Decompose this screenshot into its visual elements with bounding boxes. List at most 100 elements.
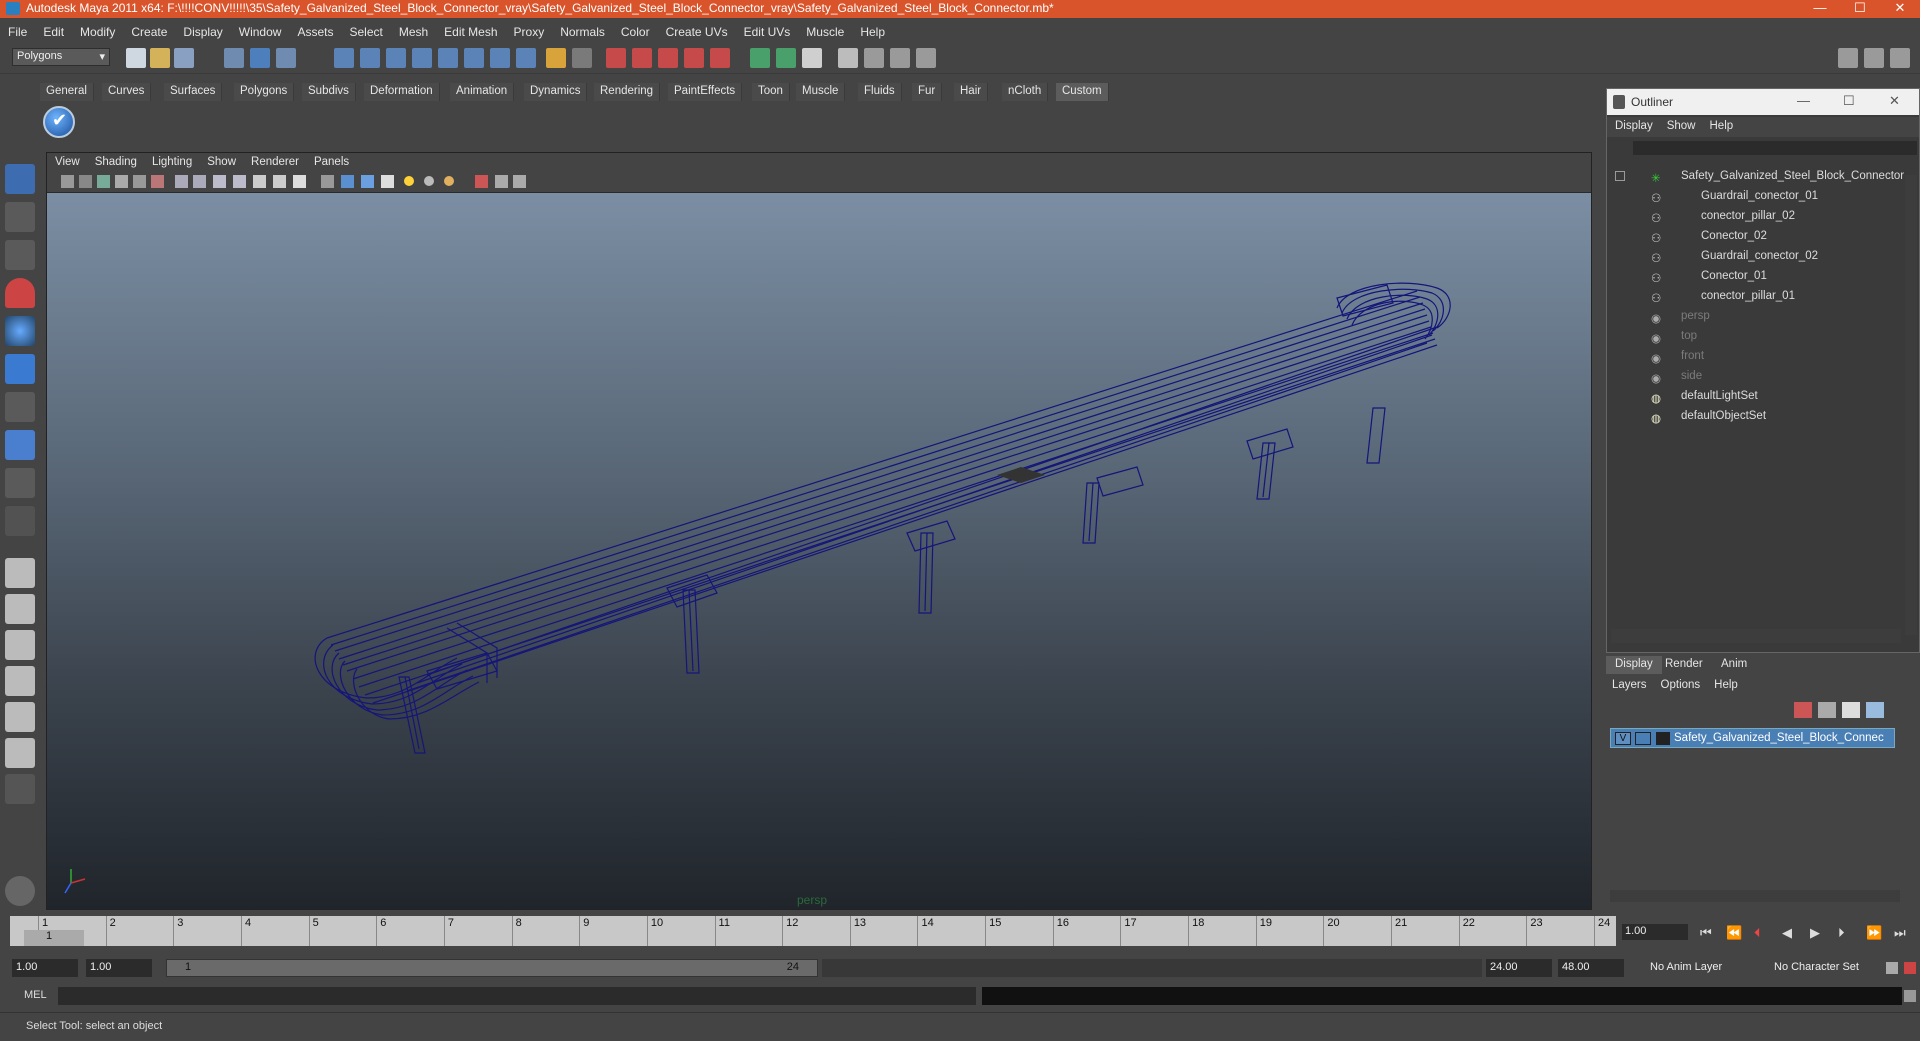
layer-editor-toggle-icon[interactable] <box>890 48 910 68</box>
character-set-dropdown[interactable]: No Character Set <box>1770 959 1882 977</box>
shelf-tab-fur[interactable]: Fur <box>912 83 943 101</box>
add-to-layer-icon[interactable] <box>1842 702 1860 718</box>
current-frame-field[interactable]: 1.00 <box>1622 924 1688 940</box>
four-pane-layout-icon[interactable] <box>5 594 35 624</box>
menu-edit[interactable]: Edit <box>35 22 72 39</box>
shelf-tab-subdivs[interactable]: Subdivs <box>302 83 356 101</box>
render-view-icon[interactable] <box>710 48 730 68</box>
snap-point-icon[interactable] <box>386 48 406 68</box>
menu-color[interactable]: Color <box>613 22 658 39</box>
step-back-key-button[interactable]: ⏪ <box>1726 925 1742 941</box>
shelf-tab-fluids[interactable]: Fluids <box>858 83 902 101</box>
new-layer-empty-icon[interactable] <box>1794 702 1812 718</box>
outliner-menu-display[interactable]: Display <box>1607 117 1659 132</box>
vp-menu-show[interactable]: Show <box>199 153 243 168</box>
tool-settings-icon[interactable] <box>864 48 884 68</box>
outliner-camera-item[interactable]: ◉ top <box>1607 327 1897 347</box>
vp-menu-view[interactable]: View <box>47 153 87 168</box>
outliner-child-item[interactable]: ⚇ Guardrail_conector_01 <box>1607 187 1897 207</box>
select-hierarchy-icon[interactable] <box>224 48 244 68</box>
menu-muscle[interactable]: Muscle <box>798 22 852 39</box>
channel-box-icon[interactable] <box>838 48 858 68</box>
vp-menu-shading[interactable]: Shading <box>87 153 144 168</box>
go-to-end-button[interactable]: ⏭ <box>1894 925 1906 941</box>
range-slider[interactable]: 1 24 <box>166 959 818 977</box>
shelf-tab-painteffects[interactable]: PaintEffects <box>668 83 743 101</box>
animation-start-field[interactable]: 1.00 <box>12 959 78 977</box>
snap-plane-icon[interactable] <box>412 48 432 68</box>
scale-tool-icon[interactable] <box>5 354 35 384</box>
layer-color-swatch[interactable] <box>1656 732 1670 745</box>
show-manipulator-icon[interactable] <box>5 468 35 498</box>
last-tool-icon[interactable] <box>5 506 35 536</box>
go-to-start-button[interactable]: ⏮ <box>1700 925 1712 941</box>
move-tool-icon[interactable] <box>5 278 35 308</box>
outliner-root-item[interactable]: ✳ Safety_Galvanized_Steel_Block_Connecto… <box>1607 167 1904 187</box>
outliner-camera-item[interactable]: ◉ front <box>1607 347 1897 367</box>
time-slider[interactable]: 1 2 3 4 5 6 7 8 9 10 11 12 13 14 15 16 17 18 19 20 21 22 23 24 1 <box>10 916 1616 946</box>
lasso-tool-icon[interactable] <box>5 202 35 232</box>
key-icon[interactable] <box>1886 962 1898 974</box>
menu-edit-mesh[interactable]: Edit Mesh <box>436 22 505 39</box>
menu-create-uvs[interactable]: Create UVs <box>658 22 736 39</box>
render-settings-icon[interactable] <box>658 48 678 68</box>
outliner-maximize-button[interactable]: ☐ <box>1843 93 1855 109</box>
command-input[interactable] <box>58 987 976 1005</box>
outliner-child-item[interactable]: ⚇ conector_pillar_02 <box>1607 207 1897 227</box>
menu-select[interactable]: Select <box>341 22 390 39</box>
layer-tab-anim[interactable]: Anim <box>1712 656 1756 674</box>
minimize-button[interactable]: — <box>1800 0 1840 18</box>
ipr-render-icon[interactable] <box>632 48 652 68</box>
help-query-icon[interactable] <box>516 48 536 68</box>
new-layer-selected-icon[interactable] <box>1818 702 1836 718</box>
attribute-editor-icon[interactable] <box>802 48 822 68</box>
save-scene-icon[interactable] <box>174 48 194 68</box>
outliner-camera-item[interactable]: ◉ side <box>1607 367 1897 387</box>
outliner-menu-help[interactable]: Help <box>1702 117 1740 132</box>
outliner-child-item[interactable]: ⚇ Conector_01 <box>1607 267 1897 287</box>
single-pane-layout-icon[interactable] <box>5 558 35 588</box>
menu-normals[interactable]: Normals <box>552 22 613 39</box>
collapse-icon[interactable] <box>1615 171 1625 181</box>
shelf-tab-muscle[interactable]: Muscle <box>796 83 846 101</box>
outliner-horizontal-scrollbar[interactable] <box>1611 629 1901 643</box>
selection-mask-icon[interactable] <box>572 48 592 68</box>
menu-file[interactable]: File <box>0 22 35 39</box>
select-component-icon[interactable] <box>276 48 296 68</box>
outliner-camera-item[interactable]: ◉ persp <box>1607 307 1897 327</box>
playback-start-field[interactable]: 1.00 <box>86 959 152 977</box>
soft-mod-tool-icon[interactable] <box>5 430 35 460</box>
script-editor-icon[interactable] <box>1904 990 1916 1002</box>
panel-layout-icon[interactable] <box>1838 48 1858 68</box>
render-frame-icon[interactable] <box>606 48 626 68</box>
lock-icon[interactable] <box>546 48 566 68</box>
menu-display[interactable]: Display <box>175 22 230 39</box>
anim-layer-dropdown[interactable]: No Anim Layer <box>1646 959 1756 977</box>
shelf-tab-custom[interactable]: Custom <box>1056 83 1109 101</box>
snap-grid-icon[interactable] <box>334 48 354 68</box>
custom-layout-icon[interactable] <box>5 738 35 768</box>
layer-playback-toggle[interactable] <box>1635 732 1651 745</box>
shelf-tab-curves[interactable]: Curves <box>102 83 152 101</box>
history-icon[interactable] <box>464 48 484 68</box>
vp-menu-lighting[interactable]: Lighting <box>144 153 199 168</box>
outliner-minimize-button[interactable]: — <box>1797 93 1810 108</box>
menu-modify[interactable]: Modify <box>72 22 123 39</box>
shelf-tab-hair[interactable]: Hair <box>954 83 989 101</box>
shelf-tab-dynamics[interactable]: Dynamics <box>524 83 588 101</box>
layer-tab-render[interactable]: Render <box>1656 656 1712 674</box>
layer-menu-options[interactable]: Options <box>1653 676 1707 691</box>
menu-mesh[interactable]: Mesh <box>391 22 436 39</box>
close-button[interactable]: ✕ <box>1880 0 1920 18</box>
output-line-icon[interactable] <box>776 48 796 68</box>
outliner-menu-show[interactable]: Show <box>1659 117 1702 132</box>
viewport-toolbar-icons[interactable] <box>47 171 527 193</box>
menu-window[interactable]: Window <box>231 22 290 39</box>
layer-menu-layers[interactable]: Layers <box>1604 676 1653 691</box>
hypershade-persp-layout-icon[interactable] <box>5 702 35 732</box>
shelf-tab-general[interactable]: General <box>40 83 94 101</box>
menu-create[interactable]: Create <box>123 22 175 39</box>
input-line-icon[interactable] <box>750 48 770 68</box>
shelf-tab-polygons[interactable]: Polygons <box>234 83 295 101</box>
outliner-close-button[interactable]: ✕ <box>1889 93 1900 109</box>
